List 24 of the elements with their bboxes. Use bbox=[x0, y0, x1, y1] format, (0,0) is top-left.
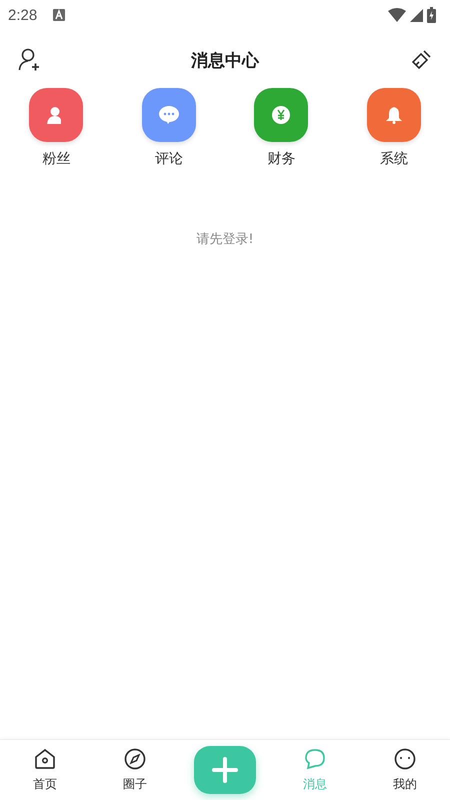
page-title: 消息中心 bbox=[191, 50, 259, 72]
status-time: 2:28 bbox=[8, 6, 38, 24]
tab-item[interactable]: 圈子 bbox=[90, 748, 180, 792]
compass-icon bbox=[124, 748, 146, 770]
face-icon bbox=[394, 748, 416, 770]
yen-icon bbox=[272, 106, 290, 124]
category-button[interactable]: 财务 bbox=[246, 88, 316, 168]
add-friend-icon[interactable] bbox=[18, 48, 40, 72]
broom-icon[interactable] bbox=[410, 49, 432, 71]
tab-item[interactable]: 首页 bbox=[0, 748, 90, 792]
signal-icon bbox=[410, 8, 423, 22]
plus-icon bbox=[212, 757, 238, 783]
tab-item[interactable]: 我的 bbox=[360, 748, 450, 792]
home-icon bbox=[34, 748, 56, 770]
wifi-icon bbox=[388, 8, 406, 22]
category-button[interactable]: 粉丝 bbox=[21, 88, 92, 168]
category-button[interactable]: 评论 bbox=[134, 88, 204, 168]
login-prompt: 请先登录! bbox=[196, 231, 254, 248]
chat-icon bbox=[304, 748, 326, 770]
notification-icon bbox=[53, 9, 66, 21]
category-button[interactable]: 系统 bbox=[358, 88, 429, 168]
battery-icon bbox=[427, 7, 436, 23]
chat-icon bbox=[158, 106, 179, 124]
bell-icon bbox=[386, 106, 402, 124]
